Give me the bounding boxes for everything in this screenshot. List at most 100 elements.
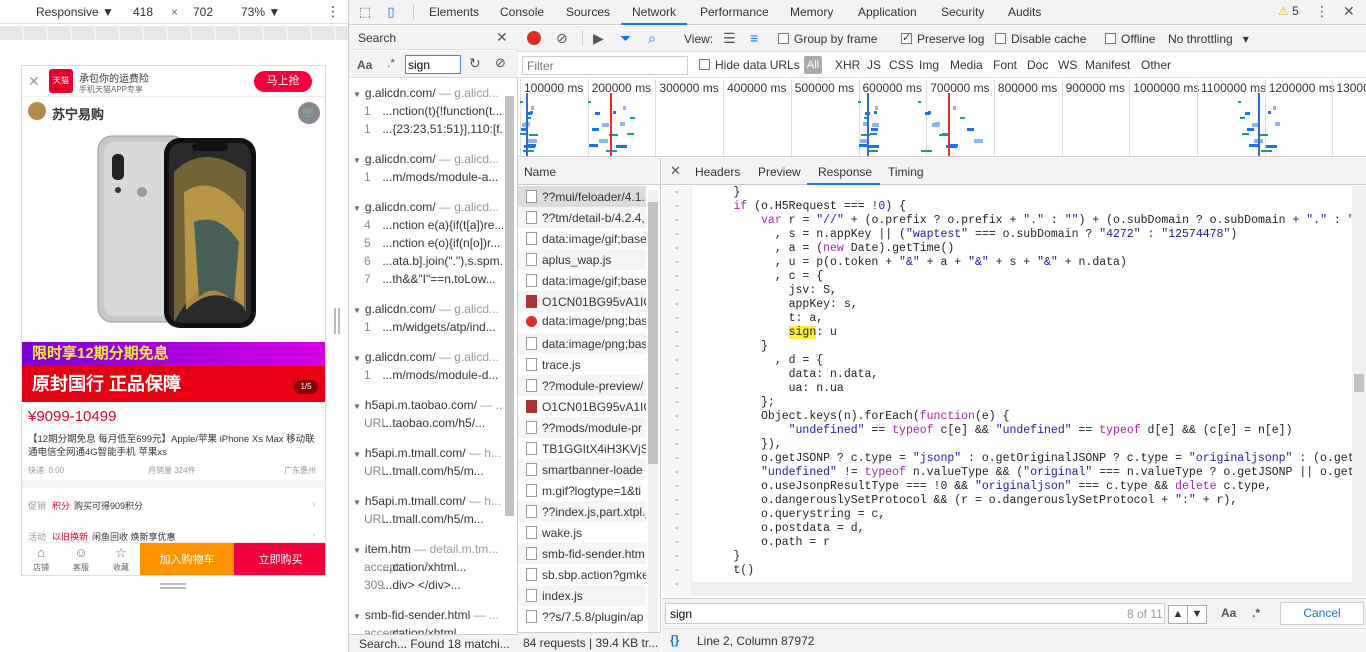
find-next-button[interactable]: ▼	[1187, 605, 1207, 624]
search-result-line[interactable]: 4 ...nction e(a){if(t[a])re...	[364, 218, 503, 232]
request-row[interactable]: wake.js	[518, 522, 646, 543]
source-horizontal-scrollbar[interactable]	[692, 582, 1352, 596]
search-result-file[interactable]: ▼ h5api.m.tmall.com/ — h...	[353, 494, 501, 508]
close-icon[interactable]: ✕	[496, 29, 508, 46]
search-input[interactable]	[405, 55, 461, 74]
search-result-file[interactable]: ▼ g.alicdn.com/ — g.alicd...	[353, 86, 499, 100]
close-icon[interactable]: ✕	[670, 163, 681, 179]
request-row[interactable]: ??module-preview/	[518, 375, 646, 396]
request-row[interactable]: smb-fid-sender.htm	[518, 543, 646, 564]
device-height-input[interactable]: 702	[193, 5, 213, 19]
expand-triangle-icon[interactable]: ▼	[353, 612, 361, 621]
expand-triangle-icon[interactable]: ▼	[353, 90, 361, 99]
promotion-row[interactable]: 促销 积分 购买可得909积分	[28, 499, 143, 512]
viewport-resize-handle-right[interactable]	[334, 308, 340, 334]
clear-log-icon[interactable]: ⊘	[556, 30, 568, 47]
filter-font-button[interactable]: Font	[993, 58, 1017, 72]
tab-security[interactable]: Security	[941, 5, 984, 19]
request-row[interactable]: ??mui/feloader/4.1.	[518, 186, 646, 207]
media-query-ruler[interactable]	[0, 26, 348, 40]
request-row[interactable]: data:image/png;bas	[518, 333, 646, 354]
warnings-counter[interactable]: ⚠ 5	[1278, 4, 1299, 18]
device-more-icon[interactable]: ⋮	[326, 3, 340, 20]
favorite-button[interactable]: ☆ 收藏	[102, 544, 140, 573]
search-result-line[interactable]: accept: ...cation/xhtml...	[364, 560, 466, 574]
find-match-case-toggle[interactable]: Aa	[1221, 606, 1236, 620]
tab-audits[interactable]: Audits	[1008, 5, 1041, 19]
search-result-file[interactable]: ▼ item.htm — detail.m.tm...	[353, 542, 498, 556]
search-result-line[interactable]: 1 ...m/mods/module-a...	[364, 170, 498, 184]
filter-other-button[interactable]: Other	[1141, 58, 1171, 72]
clear-icon[interactable]: ⊘	[495, 55, 506, 71]
device-toolbar-toggle-icon[interactable]: ▯	[383, 4, 399, 20]
search-result-file[interactable]: ▼ g.alicdn.com/ — g.alicd...	[353, 302, 499, 316]
shop-button[interactable]: ⌂ 店铺	[22, 544, 60, 573]
disable-cache-checkbox[interactable]: Disable cache	[995, 32, 1086, 46]
find-input[interactable]	[665, 603, 1165, 624]
preserve-log-checkbox[interactable]: Preserve log	[901, 31, 984, 46]
filter-manifest-button[interactable]: Manifest	[1085, 58, 1130, 72]
search-result-line[interactable]: 1 ...nction(t){!function(t...	[364, 104, 502, 118]
tab-performance[interactable]: Performance	[700, 5, 769, 19]
expand-triangle-icon[interactable]: ▼	[353, 306, 361, 315]
throttling-select[interactable]: No throttling ▾	[1168, 32, 1249, 46]
regex-toggle[interactable]: .*	[387, 56, 395, 70]
search-result-line[interactable]: accept: ...cation/xhtml...	[364, 626, 466, 634]
search-result-file[interactable]: ▼ g.alicdn.com/ — g.alicd...	[353, 200, 499, 214]
search-result-line[interactable]: 1 ...{23:23,51:51}],110:[f...	[364, 122, 503, 136]
request-row[interactable]: TB1GGItX4iH3KVjSz	[518, 438, 646, 459]
find-regex-toggle[interactable]: .*	[1252, 606, 1260, 620]
search-result-file[interactable]: ▼h5api.m.taobao.com/ — ...	[353, 398, 503, 412]
device-mode-select[interactable]: Responsive ▼	[36, 5, 114, 19]
search-result-line[interactable]: URL ...tmall.com/h5/m...	[364, 512, 484, 526]
customer-service-button[interactable]: ☺ 客服	[62, 544, 100, 573]
filter-ws-button[interactable]: WS	[1058, 58, 1077, 72]
add-to-cart-button[interactable]: 加入购物车	[140, 543, 234, 575]
filter-css-button[interactable]: CSS	[889, 58, 914, 72]
filter-xhr-button[interactable]: XHR	[835, 58, 860, 72]
find-previous-button[interactable]: ▲	[1168, 605, 1188, 624]
tab-timing[interactable]: Timing	[888, 165, 924, 179]
match-case-toggle[interactable]: Aa	[357, 58, 372, 72]
request-row[interactable]: smartbanner-loade	[518, 459, 646, 480]
search-icon[interactable]: ⌕	[648, 30, 656, 47]
request-row[interactable]: m.gif?logtype=1&ti	[518, 480, 646, 501]
screenshot-icon[interactable]: ▶	[593, 30, 604, 47]
tab-network[interactable]: Network	[632, 5, 676, 19]
filter-all-button[interactable]: All	[804, 56, 822, 74]
close-devtools-icon[interactable]: ✕	[1343, 3, 1355, 20]
tab-sources[interactable]: Sources	[566, 5, 610, 19]
search-result-line[interactable]: 309 ...div> </div>...	[364, 578, 461, 592]
request-row[interactable]: data:image/gif;base	[518, 228, 646, 249]
expand-triangle-icon[interactable]: ▼	[353, 498, 361, 507]
inspect-element-icon[interactable]: ⬚	[357, 4, 373, 20]
viewport-resize-handle-bottom[interactable]	[160, 583, 186, 589]
search-result-file[interactable]: ▼ g.alicdn.com/ — g.alicd...	[353, 350, 499, 364]
request-row[interactable]: aplus_wap.js	[518, 249, 646, 270]
search-result-line[interactable]: 1 ...m/widgets/atp/ind...	[364, 320, 496, 334]
request-list-scroll-thumb[interactable]	[648, 202, 658, 464]
cart-icon[interactable]: 🛒	[298, 102, 320, 124]
search-result-line[interactable]: 7 ...th&&"I"==n.toLow...	[364, 272, 496, 286]
overview-icon[interactable]: ≡	[750, 30, 758, 46]
search-result-line[interactable]: URL ...taobao.com/h5/...	[364, 416, 485, 430]
search-result-line[interactable]: URL ...tmall.com/h5/m...	[364, 464, 484, 478]
filter-doc-button[interactable]: Doc	[1027, 58, 1048, 72]
request-row[interactable]: O1CN01BG95vA1IC	[518, 396, 646, 417]
request-row[interactable]: sb.sbp.action?gmke	[518, 564, 646, 585]
filter-input[interactable]	[522, 56, 688, 75]
expand-triangle-icon[interactable]: ▼	[353, 546, 361, 555]
request-row[interactable]: index.js	[518, 585, 646, 606]
app-download-banner[interactable]: ✕ 天猫 承包你的运费险 手机天猫APP专享 马上抢	[22, 66, 325, 97]
request-row[interactable]: ??s/7.5.8/plugin/ap	[518, 606, 646, 627]
record-icon[interactable]	[527, 31, 541, 45]
close-icon[interactable]: ✕	[28, 73, 40, 90]
devtools-menu-icon[interactable]: ⋮	[1315, 3, 1329, 20]
request-row[interactable]: data:image/gif;base	[518, 270, 646, 291]
tab-elements[interactable]: Elements	[429, 5, 479, 19]
source-scroll-thumb[interactable]	[1354, 374, 1364, 392]
request-row[interactable]: ??tm/detail-b/4.2.4,	[518, 207, 646, 228]
search-result-line[interactable]: 6 ...ata.b].join("."),s.spm...	[364, 254, 503, 268]
find-cancel-button[interactable]: Cancel	[1280, 602, 1364, 625]
search-result-line[interactable]: 1 ...m/mods/module-d...	[364, 368, 498, 382]
